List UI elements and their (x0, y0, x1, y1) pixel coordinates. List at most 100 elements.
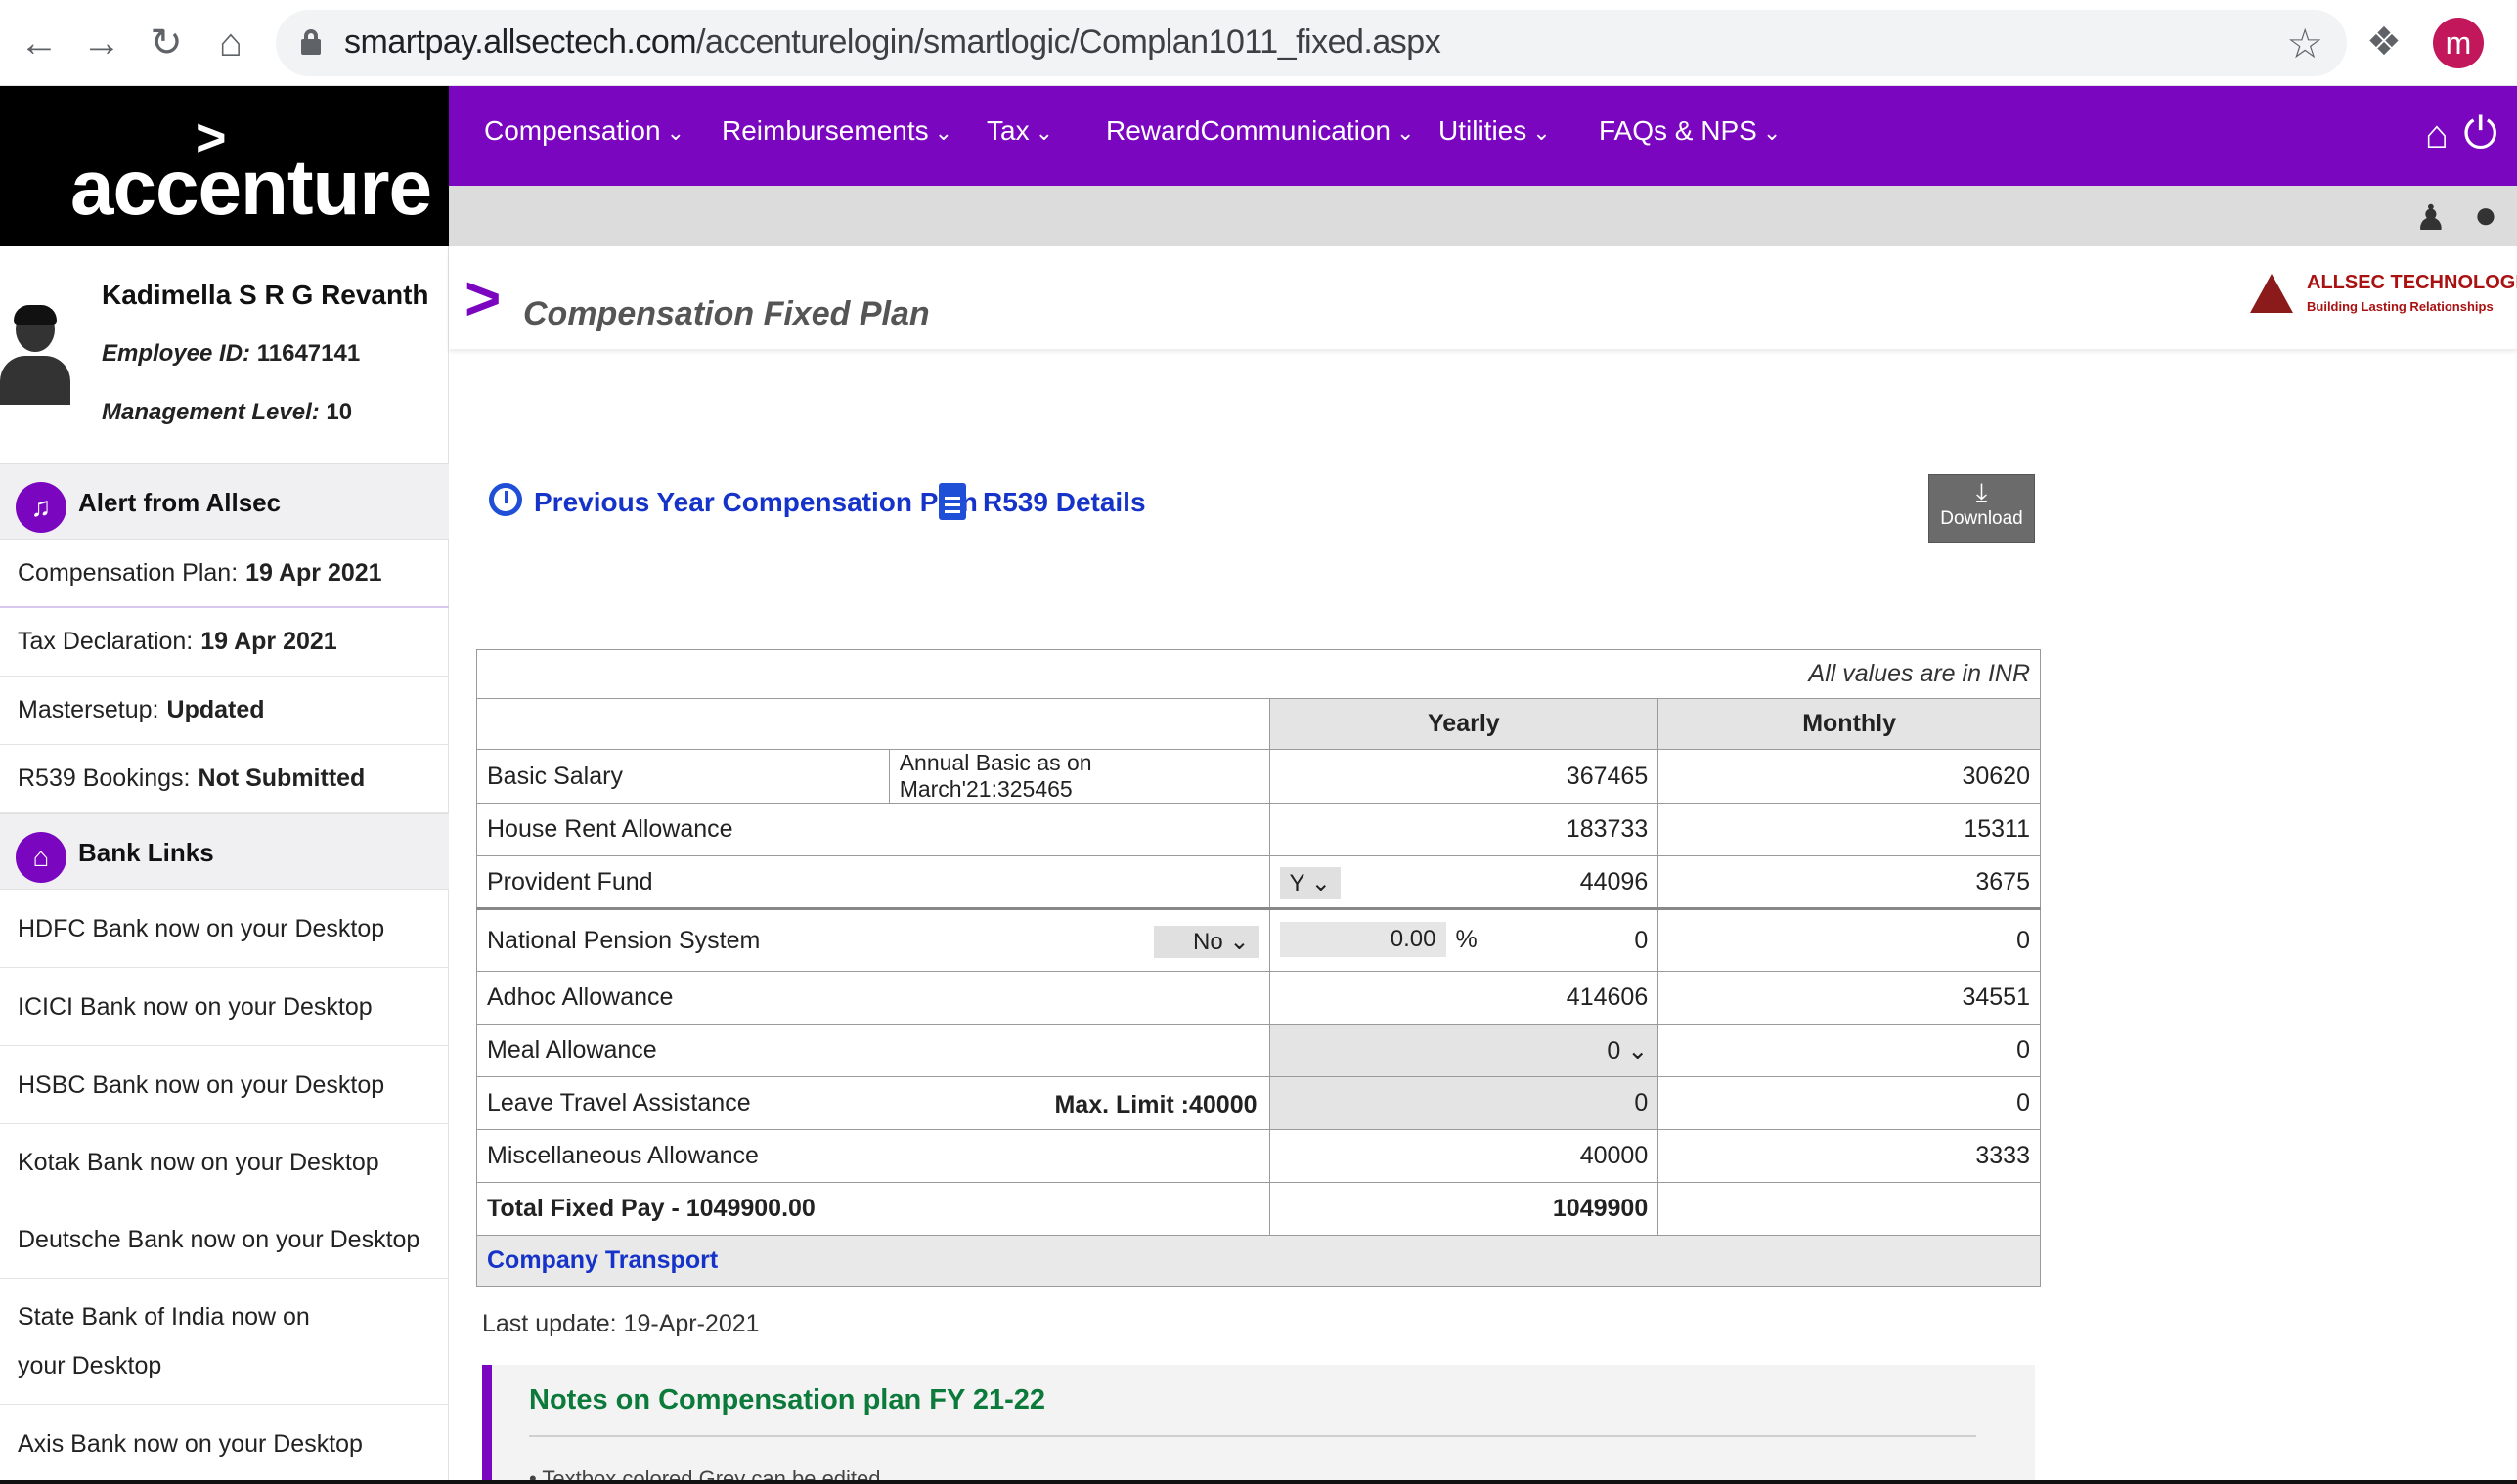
nav-reimbursements[interactable]: Reimbursements ⌄ (722, 115, 952, 147)
divider (0, 1480, 2517, 1484)
employee-id: Employee ID: 11647141 (102, 340, 361, 367)
download-button[interactable]: ⤓ Download (1928, 474, 2035, 543)
meal-monthly: 0 (1657, 1024, 2041, 1077)
home-outline-icon[interactable]: ⌂ (205, 18, 256, 68)
nav-faqs-nps[interactable]: FAQs & NPS ⌄ (1599, 115, 1781, 147)
r539-details-link[interactable]: R539 Details (983, 487, 1146, 518)
chevron-down-icon: ⌄ (1035, 120, 1054, 145)
bookmark-star-icon[interactable]: ☆ (2286, 20, 2323, 67)
sidebar: Kadimella S R G Revanth Employee ID: 116… (0, 246, 449, 1484)
employee-profile: Kadimella S R G Revanth Employee ID: 116… (0, 246, 449, 461)
chevron-down-icon: ⌄ (934, 120, 953, 145)
lta-yearly-input[interactable]: 0 (1268, 1076, 1659, 1130)
lta-monthly: 0 (1657, 1076, 2041, 1130)
table-row: Adhoc Allowance 414606 34551 (476, 971, 2041, 1025)
url-text[interactable]: smartpay.allsectech.com/accenturelogin/s… (344, 23, 1441, 62)
clock-icon[interactable] (489, 483, 522, 516)
adhoc-monthly: 34551 (1657, 971, 2041, 1025)
chevron-down-icon: ⌄ (1229, 929, 1250, 955)
last-update: Last update: 19-Apr-2021 (482, 1310, 760, 1337)
table-row: Basic Salary Annual Basic as on March'21… (476, 749, 2041, 804)
meal-select[interactable]: 0 ⌄ (1268, 1024, 1659, 1077)
total-yearly: 1049900 (1268, 1182, 1659, 1236)
lta-label: Leave Travel Assistance (487, 1089, 751, 1116)
alert-compensation-plan[interactable]: Compensation Plan: 19 Apr 2021 (0, 540, 449, 608)
basic-monthly: 30620 (1657, 749, 2041, 804)
total-monthly (1657, 1182, 2041, 1236)
compensation-table: All values are in INR Yearly Monthly Bas… (476, 649, 2041, 1287)
back-arrow-icon[interactable]: ← (14, 18, 65, 68)
main-nav: Compensation ⌄ Reimbursements ⌄ Tax ⌄ Rewar… (449, 86, 2517, 186)
bank-link-hsbc[interactable]: HSBC Bank now on your Desktop (0, 1046, 449, 1124)
nps-monthly: 0 (1657, 908, 2041, 972)
lta-limit: Max. Limit :40000 (1054, 1091, 1258, 1118)
lock-icon[interactable] (301, 29, 321, 55)
table-row: Provident Fund Y ⌄ 44096 3675 (476, 855, 2041, 909)
bank-link-icici[interactable]: ICICI Bank now on your Desktop (0, 968, 449, 1046)
reload-icon[interactable]: ↻ (141, 18, 192, 68)
power-icon[interactable]: ⏻ (2463, 109, 2497, 158)
person-desk-icon[interactable]: ♟ (2415, 197, 2447, 239)
bank-link-deutsche[interactable]: Deutsche Bank now on your Desktop (0, 1200, 449, 1279)
home-icon[interactable]: ⌂ (2425, 113, 2449, 157)
misc-monthly: 3333 (1657, 1129, 2041, 1183)
basic-label: Basic Salary (476, 749, 890, 804)
pf-monthly: 3675 (1657, 855, 2041, 909)
misc-label: Miscellaneous Allowance (476, 1129, 1270, 1183)
pf-yearly: 44096 (1579, 867, 1649, 895)
accenture-logo[interactable]: > accenture (0, 86, 449, 246)
table-header-row: Yearly Monthly (476, 698, 2041, 750)
chevron-down-icon: ⌄ (1762, 120, 1782, 145)
previous-year-plan-link[interactable]: Previous Year Compensation Plan (534, 487, 978, 518)
basic-yearly: 367465 (1268, 749, 1659, 804)
hra-monthly: 15311 (1657, 803, 2041, 856)
chevron-down-icon: ⌄ (1396, 120, 1415, 145)
nps-percent-input[interactable]: 0.00 (1279, 922, 1446, 957)
nps-yearly-cell: 0.00 % 0 (1268, 908, 1659, 972)
pf-select[interactable]: Y ⌄ (1279, 867, 1341, 899)
meal-label: Meal Allowance (476, 1024, 1270, 1077)
table-row: Meal Allowance 0 ⌄ 0 (476, 1024, 2041, 1077)
company-transport-link[interactable]: Company Transport (476, 1235, 2041, 1287)
employee-name: Kadimella S R G Revanth (102, 280, 429, 310)
divider (529, 1435, 1976, 1437)
address-bar[interactable]: smartpay.allsectech.com/accenturelogin/s… (276, 10, 2347, 76)
chevron-down-icon: ⌄ (666, 120, 684, 145)
page-header: > Compensation Fixed Plan ALLSEC TECHNOL… (449, 246, 2517, 349)
nav-tax[interactable]: Tax ⌄ (987, 115, 1053, 147)
bank-links-header: ⌂ Bank Links (0, 813, 449, 890)
document-icon[interactable] (939, 483, 966, 520)
hra-yearly: 183733 (1268, 803, 1659, 856)
alert-mastersetup[interactable]: Mastersetup: Updated (0, 677, 449, 745)
profile-avatar[interactable]: m (2433, 18, 2484, 68)
alert-tax-declaration[interactable]: Tax Declaration: 19 Apr 2021 (0, 608, 449, 677)
hra-label: House Rent Allowance (476, 803, 1270, 856)
download-icon: ⤓ (1975, 477, 1988, 506)
percent-sign: % (1455, 926, 1478, 953)
chevron-right-icon: > (464, 263, 502, 333)
nav-reward-communication[interactable]: RewardCommunication ⌄ (1106, 115, 1414, 147)
forward-arrow-icon[interactable]: → (76, 18, 127, 68)
avatar (0, 305, 70, 405)
bank-link-sbi[interactable]: State Bank of India now on your Desktop (0, 1279, 372, 1404)
notes-panel: Notes on Compensation plan FY 21-22 • Te… (482, 1365, 2035, 1484)
nav-utilities[interactable]: Utilities ⌄ (1438, 115, 1551, 147)
chat-bubble-icon[interactable]: ● (2474, 194, 2497, 238)
page-title: Compensation Fixed Plan (523, 295, 930, 332)
alert-r539-bookings[interactable]: R539 Bookings: Not Submitted (0, 745, 449, 813)
bank-icon: ⌂ (16, 832, 66, 883)
table-row: All values are in INR (476, 649, 2041, 699)
bank-link-axis[interactable]: Axis Bank now on your Desktop (0, 1405, 449, 1483)
nav-compensation[interactable]: Compensation ⌄ (484, 115, 684, 147)
allsec-logo: ALLSEC TECHNOLOGIES Building Lasting Rel… (2250, 266, 2517, 325)
nps-label-cell: National Pension System No ⌄ (476, 908, 1270, 972)
chevron-down-icon: ⌄ (1532, 120, 1551, 145)
sub-toolbar: ♟ ● (449, 186, 2517, 246)
table-row: Leave Travel Assistance Max. Limit :4000… (476, 1076, 2041, 1130)
bank-link-hdfc[interactable]: HDFC Bank now on your Desktop (0, 890, 449, 968)
megaphone-icon: ♫ (16, 482, 66, 533)
logo-text: accenture (70, 144, 432, 231)
extensions-puzzle-icon[interactable]: ❖ (2366, 20, 2402, 65)
nps-select[interactable]: No ⌄ (1153, 926, 1259, 958)
bank-link-kotak[interactable]: Kotak Bank now on your Desktop (0, 1124, 449, 1200)
